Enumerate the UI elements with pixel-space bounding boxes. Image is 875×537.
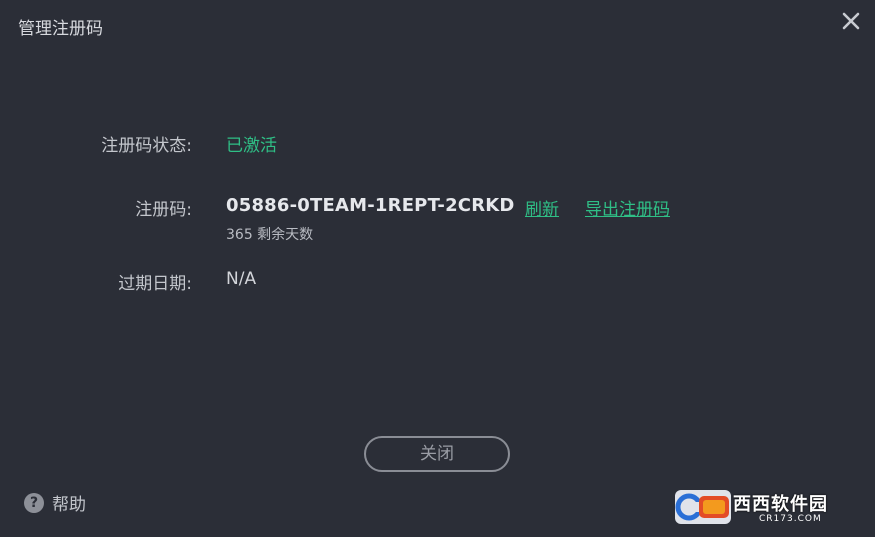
- days-remaining: 365 剩余天数: [226, 227, 314, 243]
- status-value: 已激活: [226, 136, 277, 156]
- export-license-link[interactable]: 导出注册码: [585, 195, 670, 220]
- expiry-date-label: 过期日期:: [118, 274, 192, 294]
- close-icon[interactable]: [839, 9, 863, 33]
- license-code-label: 注册码:: [135, 200, 192, 220]
- expiry-date-value: N/A: [226, 269, 257, 289]
- watermark-logo: 西西软件园 CR173.COM: [675, 487, 855, 527]
- watermark-emblem-icon: [675, 490, 731, 524]
- manage-license-dialog: 管理注册码 注册码状态: 已激活 注册码: 05886-0TEAM-1REPT-…: [0, 0, 875, 537]
- dialog-title: 管理注册码: [18, 19, 103, 39]
- license-code-value: 05886-0TEAM-1REPT-2CRKD: [226, 195, 515, 216]
- watermark-title: 西西软件园: [733, 494, 828, 515]
- refresh-link[interactable]: 刷新: [525, 195, 559, 220]
- help-icon: ?: [24, 492, 44, 513]
- watermark-subtitle: CR173.COM: [759, 514, 822, 524]
- close-button[interactable]: 关闭: [364, 436, 510, 472]
- help-label: 帮助: [52, 495, 86, 515]
- status-label: 注册码状态:: [101, 136, 192, 156]
- help-link[interactable]: ? 帮助: [24, 490, 86, 515]
